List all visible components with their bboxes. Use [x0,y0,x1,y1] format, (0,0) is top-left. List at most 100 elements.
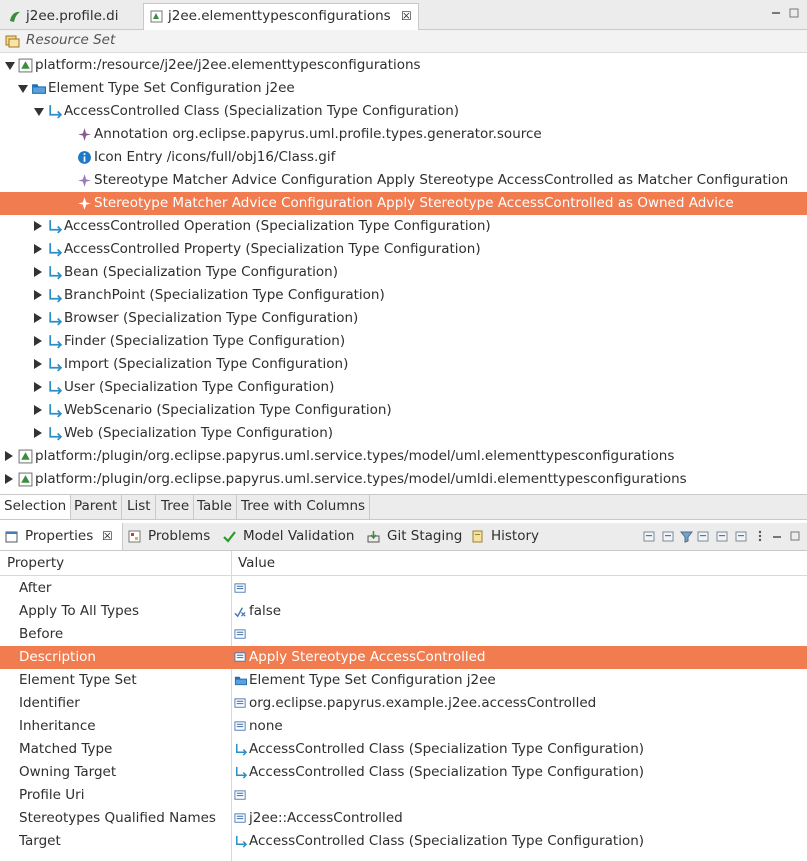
property-name: Target [19,833,61,849]
collapsed-arrow-icon[interactable] [34,405,42,415]
property-row[interactable]: After [0,577,807,600]
properties-icon [5,531,18,543]
property-row[interactable]: Apply To All Types false [0,600,807,623]
property-value[interactable]: Apply Stereotype AccessControlled [249,646,485,669]
tree-item[interactable]: Icon Entry /icons/full/obj16/Class.gif [0,146,807,169]
restore-defaults-icon[interactable] [716,530,729,543]
tree-item[interactable]: Browser (Specialization Type Configurati… [0,307,807,330]
close-icon[interactable]: ☒ [102,523,113,550]
editor-tab-elementtypes[interactable]: j2ee.elementtypesconfigurations ☒ [143,3,419,30]
property-row[interactable]: Element Type Set Element Type Set Configu… [0,669,807,692]
collapsed-arrow-icon[interactable] [5,451,13,461]
tree-item[interactable]: AccessControlled Class (Specialization T… [0,100,807,123]
filter-icon[interactable] [680,530,693,543]
property-value[interactable]: j2ee::AccessControlled [249,807,403,830]
value-column-header: Value [238,555,276,571]
collapse-icon[interactable] [735,530,748,543]
property-value[interactable]: none [249,715,283,738]
tree-item[interactable]: Annotation org.eclipse.papyrus.uml.profi… [0,123,807,146]
property-value[interactable]: org.eclipse.papyrus.example.j2ee.accessC… [249,692,596,715]
property-row[interactable]: Identifier org.eclipse.papyrus.example.j2… [0,692,807,715]
tree-item[interactable]: Import (Specialization Type Configuratio… [0,353,807,376]
property-row[interactable]: Description Apply Stereotype AccessContro… [0,646,807,669]
collapsed-arrow-icon[interactable] [34,428,42,438]
tree-item[interactable]: Stereotype Matcher Advice Configuration … [0,169,807,192]
columns-icon[interactable] [662,530,675,543]
tree-item[interactable]: WebScenario (Specialization Type Configu… [0,399,807,422]
property-name: Before [19,626,64,642]
maximize-icon[interactable] [789,8,799,18]
tree-item-label: Finder (Specialization Type Configuratio… [64,333,346,349]
tree-item[interactable]: AccessControlled Operation (Specializati… [0,215,807,238]
property-value[interactable]: false [249,600,281,623]
property-row[interactable]: Before [0,623,807,646]
tree-tab-selection[interactable]: Selection [0,495,72,519]
tree-item[interactable]: platform:/resource/j2ee/j2ee.elementtype… [0,54,807,77]
view-menu-icon[interactable] [754,530,767,543]
tree-item[interactable]: Element Type Set Configuration j2ee [0,77,807,100]
tree-item[interactable]: Stereotype Matcher Advice Configuration … [0,192,807,215]
advanced-icon[interactable] [697,530,710,543]
collapsed-arrow-icon[interactable] [5,474,13,484]
editor-tab-profile-di[interactable]: j2ee.profile.di [2,4,125,29]
collapsed-arrow-icon[interactable] [34,244,42,254]
property-value[interactable]: AccessControlled Class (Specialization T… [249,830,644,853]
advice-icon [78,174,91,187]
maximize-icon[interactable] [789,530,802,543]
specialization-icon [49,105,62,119]
tree-item-label: Stereotype Matcher Advice Configuration … [94,172,789,188]
property-row[interactable]: Stereotypes Qualified Names j2ee::AccessC… [0,807,807,830]
tree-item-label: Web (Specialization Type Configuration) [64,425,334,441]
tree-tab-tree[interactable]: Tree [157,495,195,519]
tree-item[interactable]: Web (Specialization Type Configuration) [0,422,807,445]
view-tab-history[interactable]: History [466,523,542,550]
minimize-icon[interactable] [771,8,781,18]
view-tab-properties[interactable]: Properties ☒ [0,523,123,550]
checkmark-icon [223,531,236,543]
view-tab-problems[interactable]: Problems [123,523,215,550]
view-tab-git-staging[interactable]: Git Staging [362,523,462,550]
specialization-icon [49,220,62,234]
tree-tab-list[interactable]: List [123,495,156,519]
tree-item[interactable]: Finder (Specialization Type Configuratio… [0,330,807,353]
property-name: Identifier [19,695,80,711]
tree-item-label: Element Type Set Configuration j2ee [48,80,295,96]
tree-tab-tree-with-columns[interactable]: Tree with Columns [237,495,371,519]
tree-item[interactable]: Bean (Specialization Type Configuration) [0,261,807,284]
view-tab-label: Problems [148,528,211,544]
property-value[interactable]: Element Type Set Configuration j2ee [249,669,496,692]
tree-tab-table[interactable]: Table [193,495,237,519]
expanded-arrow-icon[interactable] [34,108,44,116]
boolean-icon [234,607,246,618]
property-value[interactable]: AccessControlled Class (Specialization T… [249,738,644,761]
collapsed-arrow-icon[interactable] [34,313,42,323]
collapsed-arrow-icon[interactable] [34,382,42,392]
tree-item[interactable]: platform:/plugin/org.eclipse.papyrus.uml… [0,468,807,491]
tree-item[interactable]: platform:/plugin/org.eclipse.papyrus.uml… [0,445,807,468]
tree-item-label: Stereotype Matcher Advice Configuration … [94,195,734,211]
tree-item[interactable]: AccessControlled Property (Specializatio… [0,238,807,261]
tree-tab-parent[interactable]: Parent [70,495,123,519]
tree-item[interactable]: User (Specialization Type Configuration) [0,376,807,399]
collapsed-arrow-icon[interactable] [34,221,42,231]
minimize-icon[interactable] [771,530,784,543]
view-tab-model-validation[interactable]: Model Validation [218,523,360,550]
collapsed-arrow-icon[interactable] [34,290,42,300]
pin-icon[interactable] [643,530,656,543]
property-row[interactable]: Profile Uri [0,784,807,807]
property-value[interactable]: AccessControlled Class (Specialization T… [249,761,644,784]
folder-icon [234,676,247,686]
property-row[interactable]: Inheritance none [0,715,807,738]
property-row[interactable]: Target AccessControlled Class (Specializa… [0,830,807,853]
property-row[interactable]: Matched Type AccessControlled Class (Spec… [0,738,807,761]
property-row[interactable]: Owning Target AccessControlled Class (Spe… [0,761,807,784]
collapsed-arrow-icon[interactable] [34,336,42,346]
close-icon[interactable]: ☒ [401,9,412,23]
collapsed-arrow-icon[interactable] [34,267,42,277]
tree-item[interactable]: BranchPoint (Specialization Type Configu… [0,284,807,307]
expanded-arrow-icon[interactable] [18,85,28,93]
tree-item-label: WebScenario (Specialization Type Configu… [64,402,392,418]
list-icon [234,790,246,800]
expanded-arrow-icon[interactable] [5,62,15,70]
collapsed-arrow-icon[interactable] [34,359,42,369]
